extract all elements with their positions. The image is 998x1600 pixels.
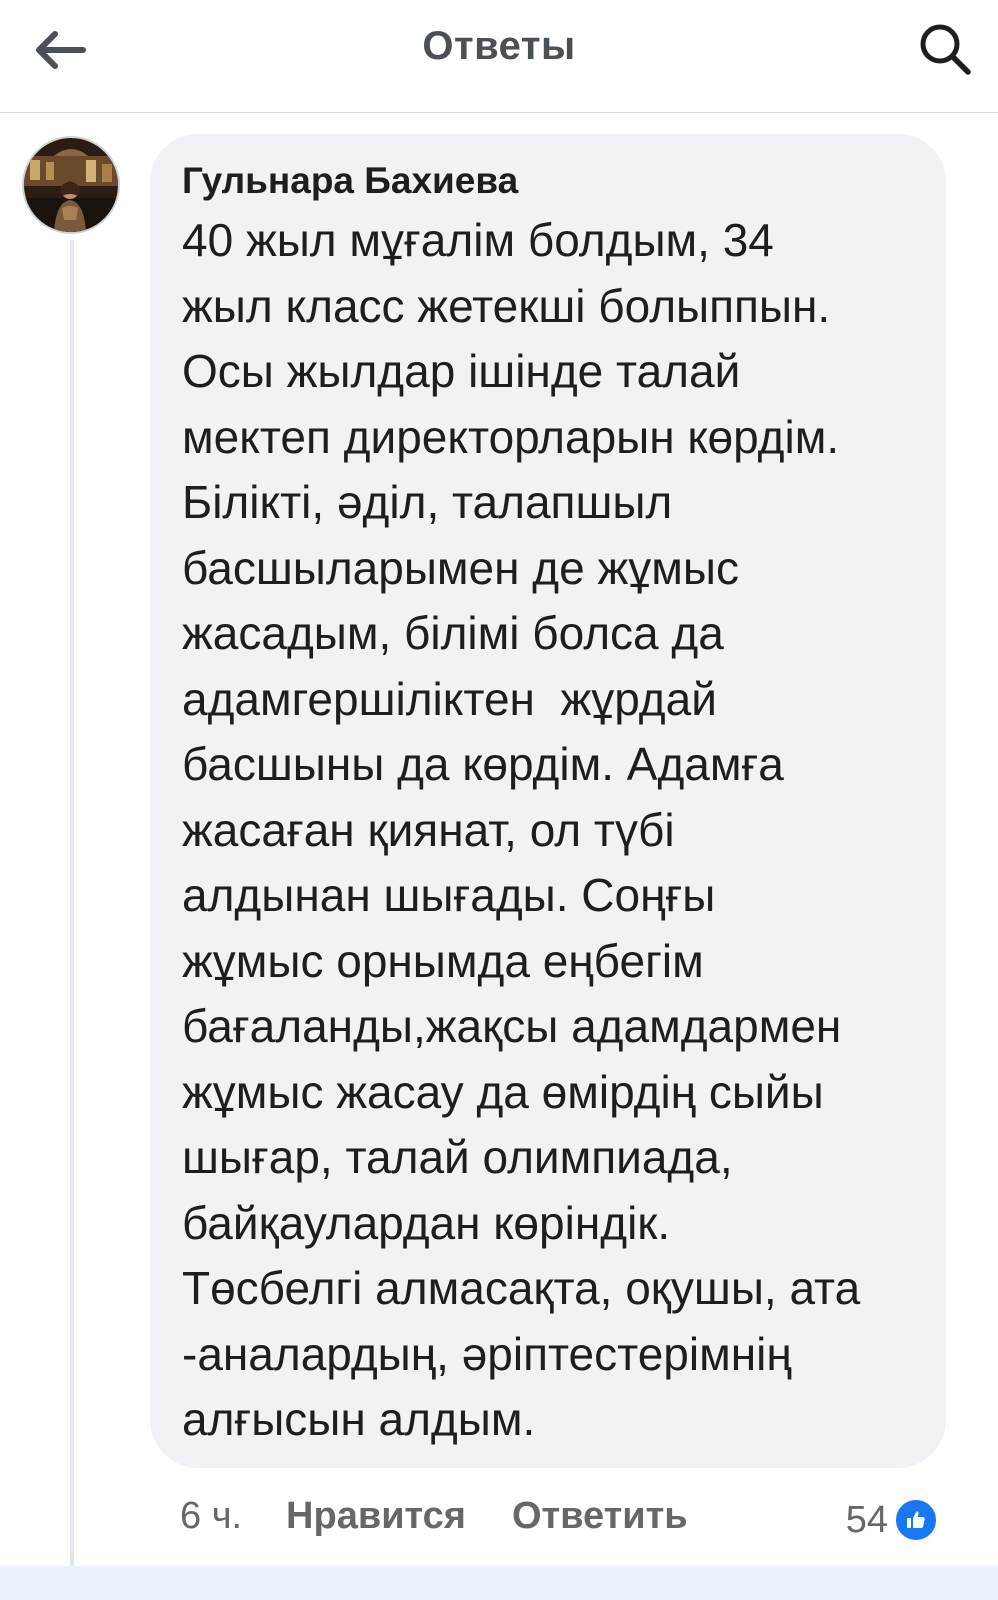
- reaction-count: 54: [845, 1498, 888, 1541]
- reply-button[interactable]: Ответить: [512, 1495, 688, 1538]
- page-title: Ответы: [422, 24, 576, 68]
- comment-line: -аналардың, әріптестерімнің: [182, 1327, 792, 1380]
- search-icon: [920, 24, 971, 75]
- comment-line: байқаулардан көріндік.: [182, 1196, 671, 1249]
- like-button[interactable]: Нравится: [286, 1495, 466, 1538]
- comment-line: алдынан шығады. Соңғы: [182, 869, 716, 921]
- comment-line: басшыны да көрдім. Адамға: [182, 738, 784, 790]
- comment-line: жасадым, білімі болса да: [182, 607, 724, 659]
- comment-line: мектеп директорларын көрдім.: [182, 410, 840, 463]
- comment-line: адамгершіліктен жұрдай: [182, 672, 717, 725]
- avatar-photo: [24, 138, 118, 232]
- comment-line: жұмыс орнымда еңбегім: [182, 934, 704, 987]
- comment-line: Осы жылдар ішінде талай: [182, 345, 741, 397]
- search-button[interactable]: [910, 14, 980, 84]
- comment-line: басшыларымен де жұмыс: [182, 541, 739, 594]
- comment-actions: 6 ч. Нравится Ответить: [180, 1488, 734, 1544]
- comment-bubble: Гульнара Бахиева 40 жыл мұғалім болдым, …: [150, 134, 946, 1468]
- reaction-summary[interactable]: 54: [846, 1492, 938, 1548]
- avatar[interactable]: [22, 136, 120, 234]
- top-bar: Ответы: [0, 0, 998, 113]
- comment-line: жыл класс жетекші болыппын.: [182, 279, 831, 332]
- thread-line: [70, 240, 74, 1600]
- comment-line: алғысын алдым.: [182, 1393, 536, 1445]
- author-name[interactable]: Гульнара Бахиева: [182, 156, 916, 206]
- comment-timestamp[interactable]: 6 ч.: [180, 1495, 242, 1538]
- comment-line: Білікті, әділ, талапшыл: [182, 476, 673, 528]
- comment-line: шығар, талай олимпиада,: [182, 1131, 733, 1183]
- comment-line: Төсбелгі алмасақта, оқушы, ата: [182, 1262, 861, 1314]
- comment-line: бағаланды,жақсы адамдармен: [182, 1000, 842, 1052]
- next-reply-highlight: [0, 1566, 998, 1600]
- comment-line: 40 жыл мұғалім болдым, 34: [182, 214, 774, 266]
- comment-text: 40 жыл мұғалім болдым, 34 жыл класс жете…: [182, 208, 916, 1453]
- comment-line: жасаған қиянат, ол түбі: [182, 803, 675, 856]
- like-thumb-icon: [894, 1498, 938, 1542]
- comment-line: жұмыс жасау да өмірдің сыйы: [182, 1065, 824, 1118]
